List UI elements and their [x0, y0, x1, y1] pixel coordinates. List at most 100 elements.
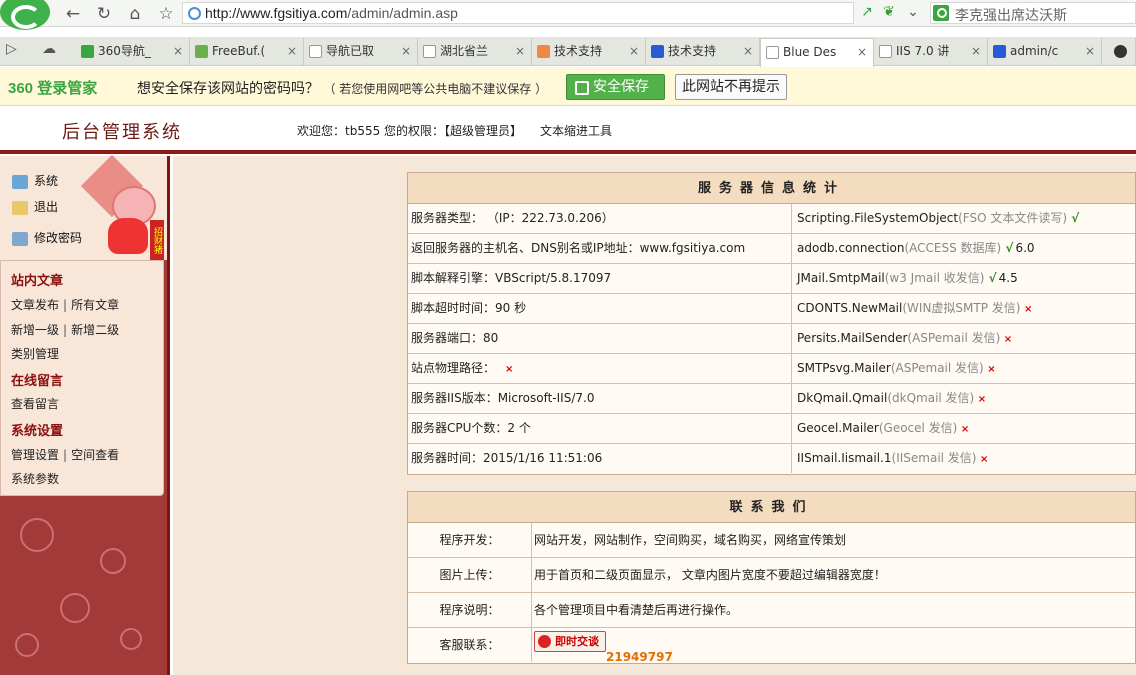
sidebar: 系统 退出 修改密码 招财猪 站内文章 文章发布 | 所有文章 新增一级 | 新增二级 … [0, 154, 170, 675]
sidebar-link-system[interactable]: 系统 [12, 172, 58, 189]
flower-decoration [120, 628, 142, 650]
sidebar-link-logout[interactable]: 退出 [12, 198, 58, 215]
server-info-title: 服务器信息统计 [408, 173, 1135, 204]
password-save-bar: 360 登录管家 想安全保存该网站的密码吗？ （ 若您使用网吧等公共电脑不建议保… [0, 67, 1136, 106]
server-info-panel: 服务器信息统计 服务器类型： （IP：222.73.0.206） Scriptin… [407, 172, 1136, 475]
tab-close-icon[interactable]: × [1085, 38, 1095, 65]
menu-add-level1[interactable]: 新增一级 [11, 323, 59, 337]
component-note: (WIN虚拟SMTP 发信) [902, 301, 1021, 315]
tab-favicon-icon [423, 45, 436, 58]
component-name: Scripting.FileSystemObject [797, 211, 959, 225]
sidebar-menu: 站内文章 文章发布 | 所有文章 新增一级 | 新增二级 类别管理 在线留言 查看留言 … [0, 260, 164, 496]
tab-label: 技术支持 [554, 44, 603, 58]
tab-close-icon[interactable]: × [629, 38, 639, 65]
contact-label: 程序开发： [408, 523, 532, 557]
contact-value: 各个管理项目中看清楚后再进行操作。 [534, 603, 739, 617]
tab-favicon-icon [81, 45, 94, 58]
server-info-label: 站点物理路径： × [408, 354, 792, 383]
server-info-row: 服务器IIS版本：Microsoft-IIS/7.0 DkQmail.Qmail(… [408, 384, 1135, 414]
tab-close-icon[interactable]: × [515, 38, 525, 65]
tab-close-icon[interactable]: × [971, 38, 981, 65]
welcome-text: 欢迎您：tb555 您的权限：【超级管理员】 [297, 124, 523, 138]
menu-view-messages[interactable]: 查看留言 [11, 395, 59, 412]
contact-label: 图片上传： [408, 558, 532, 592]
sidebar-link-label: 修改密码 [34, 231, 83, 245]
admin-header: 后台管理系统 欢迎您：tb555 您的权限：【超级管理员】 文本缩进工具 [0, 106, 1136, 154]
refresh-icon[interactable]: ↻ [93, 3, 115, 25]
pig-body [108, 218, 148, 254]
never-prompt-button[interactable]: 此网站不再提示 [675, 74, 787, 100]
menu-system-params[interactable]: 系统参数 [11, 470, 59, 487]
tab-2[interactable]: FreeBuf.(× [190, 38, 304, 65]
home-icon[interactable]: ⌂ [124, 3, 146, 25]
browser-toolbar: ← ↻ ⌂ ☆ http://www.fgsitiya.com/admin/ad… [0, 0, 1136, 30]
server-info-row: 站点物理路径： × SMTPsvg.Mailer(ASPemail 发信) × [408, 354, 1135, 384]
tab-label: 360导航_ [98, 44, 151, 58]
tab-favicon-icon [651, 45, 664, 58]
tab-label: Blue Des [783, 45, 837, 59]
tab-8[interactable]: IIS 7.0 讲 × [874, 38, 988, 65]
contact-panel: 联系我们 程序开发： 网站开发，网站制作，空间购买，域名购买，网络宣传策划 图片上… [407, 491, 1136, 664]
component-note: (ASPemail 发信) [907, 331, 1001, 345]
tab-close-icon[interactable]: × [287, 38, 297, 65]
component-name: CDONTS.NewMail [797, 301, 903, 315]
tab-7[interactable]: Blue Des × [760, 38, 874, 67]
tab-label: IIS 7.0 讲 [896, 44, 950, 58]
search-input[interactable]: 李克强出席达沃斯 [930, 2, 1136, 24]
menu-category-manage[interactable]: 类别管理 [11, 345, 59, 362]
favorite-star-icon[interactable]: ☆ [155, 3, 177, 25]
tab-1[interactable]: 360导航_ × [76, 38, 190, 65]
server-info-row: 返回服务器的主机名、DNS别名或IP地址：www.fgsitiya.com ado… [408, 234, 1135, 264]
browser-logo-icon[interactable] [0, 0, 50, 30]
menu-publish-article[interactable]: 文章发布 [11, 298, 59, 312]
address-bar[interactable]: http://www.fgsitiya.com/admin/admin.asp [182, 2, 854, 24]
component-status: adodb.connection(ACCESS 数据库) √ 6.0 [794, 234, 1136, 263]
tab-close-icon[interactable]: × [401, 38, 411, 65]
contact-row: 客服联系： 即时交谈 21949797 [408, 628, 1135, 664]
search-text: 李克强出席达沃斯 [955, 8, 1067, 24]
status-check-icon: √ [984, 271, 997, 285]
component-note: (IISemail 发信) [891, 451, 977, 465]
status-cross-icon: × [983, 364, 996, 375]
component-note: (Geocel 发信) [878, 421, 958, 435]
server-info-label-text: 服务器CPU个数：2 个 [411, 421, 531, 435]
instant-chat-button[interactable]: 即时交谈 [534, 631, 606, 652]
menu-all-articles[interactable]: 所有文章 [71, 298, 119, 312]
server-info-label-text: 脚本解释引擎：VBScript/5.8.17097 [411, 271, 612, 285]
component-name: DkQmail.Qmail [797, 391, 888, 405]
tab-overflow[interactable] [1104, 38, 1136, 65]
back-icon[interactable]: ← [62, 3, 84, 25]
component-status: Scripting.FileSystemObject(FSO 文本文件读写) √ [794, 204, 1136, 233]
sidebar-link-change-password[interactable]: 修改密码 [12, 229, 82, 246]
server-info-label-text: 服务器类型： （IP：222.73.0.206） [411, 211, 614, 225]
tab-close-icon[interactable]: × [857, 39, 867, 66]
secure-save-button[interactable]: 安全保存 [566, 74, 665, 100]
qq-number: 21949797 [606, 650, 673, 664]
tab-6[interactable]: 技术支持 × [646, 38, 760, 65]
chevron-down-icon[interactable]: ⌄ [904, 3, 922, 21]
contact-label: 客服联系： [408, 628, 532, 662]
menu-add-level2[interactable]: 新增二级 [71, 323, 119, 337]
status-cross-icon: × [505, 364, 514, 375]
url-path: /admin/admin.asp [347, 5, 458, 21]
text-indent-tool-link[interactable]: 文本缩进工具 [540, 122, 612, 139]
sidebar-toggle-icon[interactable]: ▷ [6, 41, 17, 57]
tab-9[interactable]: admin/c × [988, 38, 1102, 65]
leaf-icon[interactable]: ❦ [880, 3, 898, 21]
tab-close-icon[interactable]: × [173, 38, 183, 65]
tab-5[interactable]: 技术支持 × [532, 38, 646, 65]
tab-close-icon[interactable]: × [743, 38, 753, 65]
component-status: CDONTS.NewMail(WIN虚拟SMTP 发信) × [794, 294, 1136, 323]
user-card-icon [12, 231, 28, 246]
share-icon[interactable]: ↗ [858, 3, 876, 21]
menu-space-view[interactable]: 空间查看 [71, 448, 119, 462]
tab-3[interactable]: 导航已取 × [304, 38, 418, 65]
cloud-icon[interactable]: ☁ [42, 41, 56, 57]
component-status: Persits.MailSender(ASPemail 发信) × [794, 324, 1136, 353]
server-info-row: 服务器类型： （IP：222.73.0.206） Scripting.FileSy… [408, 204, 1135, 234]
savebar-message: 想安全保存该网站的密码吗？ （ 若您使用网吧等公共电脑不建议保存 ） [137, 78, 547, 98]
contact-title: 联系我们 [408, 492, 1135, 523]
sidebar-link-label: 系统 [34, 174, 59, 188]
menu-admin-settings[interactable]: 管理设置 [11, 448, 59, 462]
tab-4[interactable]: 湖北省兰 × [418, 38, 532, 65]
